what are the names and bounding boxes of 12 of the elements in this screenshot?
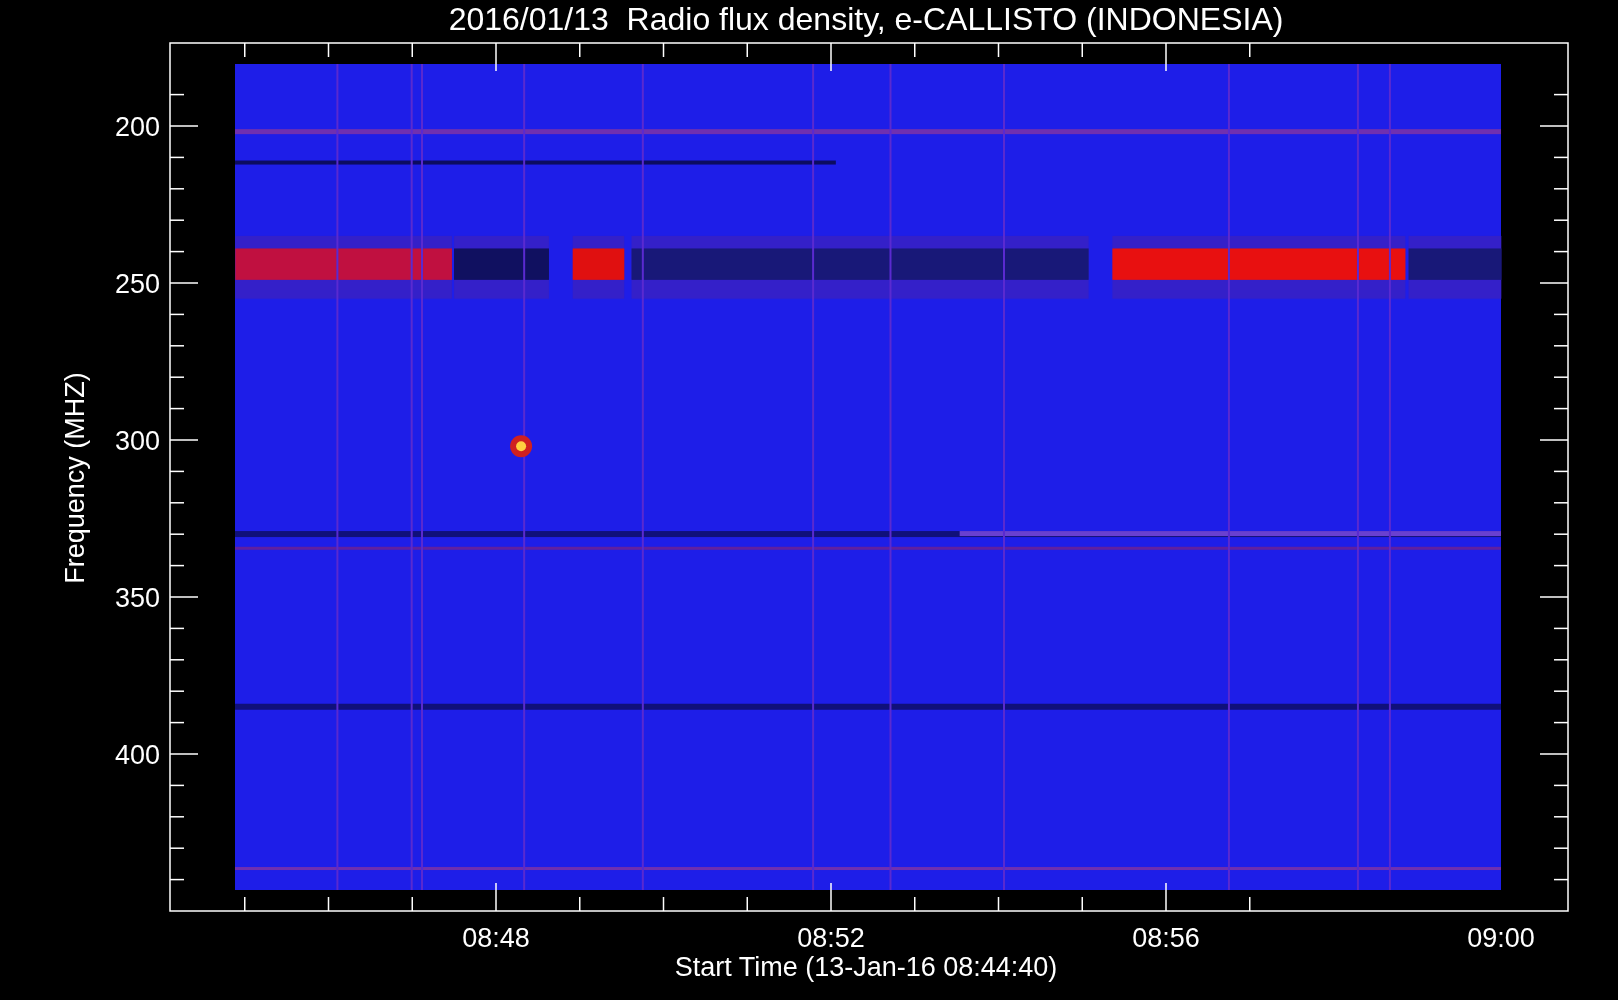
tick-label: 200 xyxy=(114,112,160,142)
tick-label: 09:00 xyxy=(1467,923,1535,953)
tick-label: 08:48 xyxy=(462,923,530,953)
axis-label: Start Time (13-Jan-16 08:44:40) xyxy=(674,952,1058,982)
tick-label: 350 xyxy=(114,583,160,613)
tick-label: 400 xyxy=(114,740,160,770)
tick-label: 08:52 xyxy=(797,923,865,953)
tick-label: 300 xyxy=(114,426,160,456)
tick-label: 08:56 xyxy=(1132,923,1200,953)
axis-label: Frequency (MHZ) xyxy=(60,372,90,584)
chart-title: 2016/01/13 Radio flux density, e-CALLISTO (INDONESIA) xyxy=(448,1,1284,37)
tick-label: 250 xyxy=(114,269,160,299)
